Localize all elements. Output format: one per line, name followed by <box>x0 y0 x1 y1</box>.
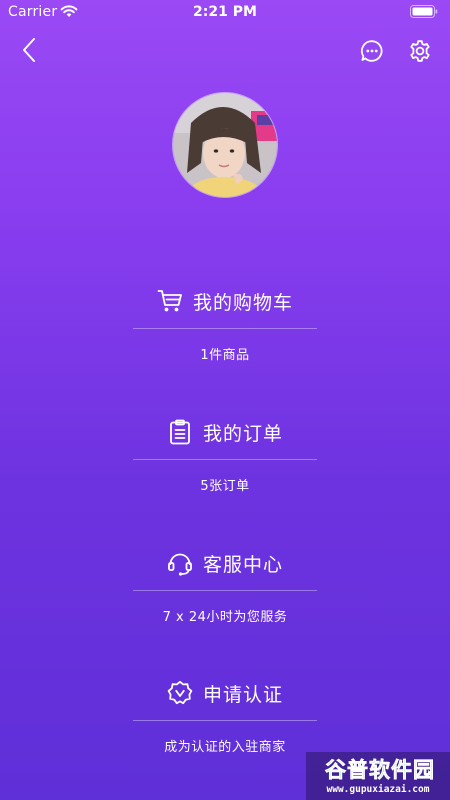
verify-title: 申请认证 <box>202 683 283 706</box>
status-time: 2:21 PM <box>193 4 257 20</box>
cart-divider <box>133 328 317 329</box>
watermark-logo: 谷普软件园 <box>325 758 435 782</box>
watermark: 谷普软件园 www.gupuxiazai.com <box>306 752 450 800</box>
service-section[interactable]: 客服中心 7 x 24小时为您服务 <box>0 548 450 638</box>
avatar-photo <box>173 93 277 197</box>
cart-title: 我的购物车 <box>192 291 293 314</box>
clipboard-icon <box>170 419 190 445</box>
battery-icon <box>410 5 438 18</box>
cart-subtitle: 1件商品 <box>200 348 250 363</box>
back-button[interactable] <box>18 36 42 64</box>
service-title: 客服中心 <box>202 553 283 576</box>
orders-divider <box>133 459 317 460</box>
cart-section[interactable]: 我的购物车 1件商品 <box>0 286 450 376</box>
orders-title: 我的订单 <box>202 422 283 445</box>
cart-header: 我的购物车 <box>0 286 450 316</box>
shopping-cart-icon <box>157 290 182 312</box>
service-subtitle: 7 x 24小时为您服务 <box>162 610 288 625</box>
verified-badge-icon <box>167 680 193 705</box>
service-header: 客服中心 <box>0 548 450 578</box>
headset-icon <box>168 553 192 576</box>
orders-header: 我的订单 <box>0 417 450 447</box>
message-button[interactable] <box>360 39 384 63</box>
orders-subtitle: 5张订单 <box>200 479 250 494</box>
orders-section[interactable]: 我的订单 5张订单 <box>0 417 450 507</box>
settings-button[interactable] <box>408 39 432 63</box>
verify-divider <box>133 720 317 721</box>
verify-header: 申请认证 <box>0 678 450 708</box>
service-divider <box>133 590 317 591</box>
profile-screen: Carrier 2:21 PM 我的购物车 1件商品 我的订单 5张订单 客服中… <box>0 0 450 800</box>
avatar[interactable] <box>172 92 278 198</box>
status-bar: Carrier 2:21 PM <box>0 0 450 26</box>
watermark-url: www.gupuxiazai.com <box>326 784 430 795</box>
svg-text:谷普软件园: 谷普软件园 <box>325 758 435 782</box>
